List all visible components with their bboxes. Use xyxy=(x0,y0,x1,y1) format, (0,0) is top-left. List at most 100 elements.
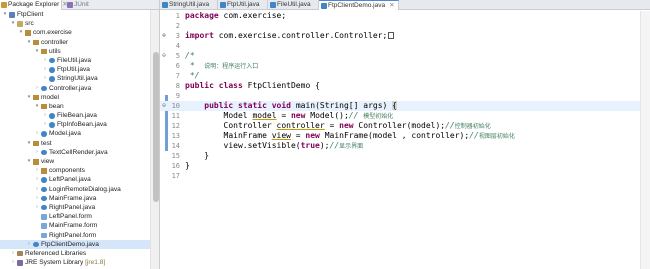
code-line[interactable]: 17 xyxy=(160,171,640,181)
code-line[interactable]: 9 xyxy=(160,91,640,101)
collapse-arrow-icon[interactable]: › xyxy=(10,258,16,267)
line-number: 5 xyxy=(175,52,180,60)
tree-item[interactable]: ▾ utils xyxy=(0,47,150,56)
collapse-arrow-icon[interactable]: › xyxy=(34,166,40,175)
code-line[interactable]: 16} xyxy=(160,161,640,171)
collapse-arrow-icon[interactable]: › xyxy=(34,194,40,203)
code-line[interactable]: 7 */ xyxy=(160,71,640,81)
explorer-scrollbar[interactable] xyxy=(150,10,159,269)
line-number: 8 xyxy=(175,82,180,90)
tree-item-label: StringUtil.java xyxy=(57,75,98,83)
java-icon xyxy=(49,76,55,82)
collapse-arrow-icon[interactable]: › xyxy=(10,249,16,258)
code-line[interactable]: 6 * 说明：程序运行入口 xyxy=(160,61,640,71)
editor-scrollbar[interactable] xyxy=(640,11,650,269)
code-area[interactable]: 1 package com.exercise; 2 ⊕ 3 import com.exer… xyxy=(160,11,640,181)
tree-item-label: Model.java xyxy=(49,130,81,138)
package-icon xyxy=(25,30,31,36)
collapse-arrow-icon[interactable]: › xyxy=(34,148,40,157)
code-line[interactable]: 14 view.setVisible(true);//显示界面 xyxy=(160,141,640,151)
code-line[interactable]: ⊕ 3 import com.exercise.controller.Control… xyxy=(160,31,640,41)
tab-label: JUnit xyxy=(74,1,89,8)
tree-item-label: TextCellRender.java xyxy=(49,148,108,156)
collapse-arrow-icon[interactable]: › xyxy=(34,203,40,212)
tree-item[interactable]: › Model.java xyxy=(0,129,150,138)
line-number: 9 xyxy=(175,92,180,100)
tree-item[interactable]: › LoginRemoteDialog.java xyxy=(0,185,150,194)
tree-item[interactable]: › FileBean.java xyxy=(0,111,150,120)
expand-arrow-icon[interactable]: ▾ xyxy=(34,47,40,56)
tree-item[interactable]: › Controller.java xyxy=(0,84,150,93)
tree-item[interactable]: › TextCellRender.java xyxy=(0,148,150,157)
code-line[interactable]: 13 MainFrame view = new MainFrame(model … xyxy=(160,131,640,141)
package-icon xyxy=(41,103,47,110)
tree-item-label: model xyxy=(41,93,59,101)
expand-arrow-icon[interactable]: ▾ xyxy=(26,93,32,102)
tree-item[interactable]: › components xyxy=(0,166,150,175)
tree-item[interactable]: › FtpUtil.java xyxy=(0,65,150,74)
line-number: 11 xyxy=(171,112,180,120)
collapse-arrow-icon[interactable]: › xyxy=(34,175,40,184)
tree-item-label: MainFrame.java xyxy=(49,194,97,202)
tree-item[interactable]: › MainFrame.java xyxy=(0,194,150,203)
expand-arrow-icon[interactable]: ▾ xyxy=(26,139,32,148)
line-number: 1 xyxy=(175,12,180,20)
tree-item[interactable]: › Referenced Libraries xyxy=(0,249,150,258)
tree-item[interactable]: ▾ view xyxy=(0,157,150,166)
tree-item[interactable]: ▾ com.exercise xyxy=(0,28,150,37)
tree-item[interactable]: LeftPanel.form xyxy=(0,212,150,221)
tab-package-explorer[interactable]: Package Explorer ✕ xyxy=(0,0,68,10)
collapse-arrow-icon[interactable]: › xyxy=(42,56,48,65)
tree-item[interactable]: ▾ bean xyxy=(0,102,150,111)
java-icon xyxy=(41,131,47,137)
expand-arrow-icon[interactable]: ▾ xyxy=(2,10,8,19)
expand-arrow-icon[interactable]: ▾ xyxy=(10,19,16,28)
tree-item[interactable]: › FtpInfoBean.java xyxy=(0,120,150,129)
tree-item[interactable]: ▾ FtpClient xyxy=(0,10,150,19)
tree-item[interactable]: ▾ test xyxy=(0,139,150,148)
code-line[interactable]: 15 } xyxy=(160,151,640,161)
code-text: public class FtpClientDemo { xyxy=(185,81,320,90)
tree-item[interactable]: › FileUtil.java xyxy=(0,56,150,65)
tree-item[interactable]: ▾ src xyxy=(0,19,150,28)
tree-item[interactable]: › LeftPanel.java xyxy=(0,175,150,184)
editor-tab[interactable]: StringUtil.java xyxy=(160,0,218,10)
collapse-arrow-icon[interactable]: › xyxy=(42,65,48,74)
tree-item[interactable]: › RightPanel.java xyxy=(0,203,150,212)
expand-arrow-icon[interactable]: ▾ xyxy=(34,102,40,111)
project-icon xyxy=(9,12,15,18)
code-line[interactable]: 1 package com.exercise; xyxy=(160,11,640,21)
collapse-arrow-icon[interactable]: › xyxy=(42,74,48,83)
code-line[interactable]: ⊖ 5/* xyxy=(160,51,640,61)
expand-arrow-icon[interactable]: ▾ xyxy=(18,28,24,37)
tree-item[interactable]: ▾ controller xyxy=(0,38,150,47)
tree-item[interactable]: MainFrame.form xyxy=(0,221,150,230)
collapse-arrow-icon[interactable]: › xyxy=(34,129,40,138)
tree-item-label: view xyxy=(41,158,55,165)
code-line[interactable]: 11 Model model = new Model();// 模型初始化 xyxy=(160,111,640,121)
collapse-arrow-icon[interactable]: › xyxy=(34,185,40,194)
collapse-arrow-icon[interactable]: › xyxy=(26,240,32,249)
expand-arrow-icon[interactable]: ▾ xyxy=(26,157,32,166)
collapse-arrow-icon[interactable]: › xyxy=(42,111,48,120)
editor-tab[interactable]: FtpUtil.java xyxy=(218,0,268,10)
expand-arrow-icon[interactable]: ▾ xyxy=(26,38,32,47)
tree-item[interactable]: › JRE System Library [jre1.8] xyxy=(0,258,150,267)
code-line[interactable]: ⊖ 10 public static void main(String[] arg… xyxy=(160,101,640,111)
collapse-arrow-icon[interactable]: › xyxy=(42,120,48,129)
tree-item-label: FtpClient xyxy=(17,11,44,18)
close-icon[interactable]: ✕ xyxy=(389,2,394,9)
code-line[interactable]: 4 xyxy=(160,41,640,51)
code-line[interactable]: 2 xyxy=(160,21,640,31)
tree-item[interactable]: ▾ model xyxy=(0,93,150,102)
code-line[interactable]: 12 Controller controller = new Controlle… xyxy=(160,121,640,131)
code-line[interactable]: 8 public class FtpClientDemo { xyxy=(160,81,640,91)
collapse-arrow-icon[interactable]: › xyxy=(34,84,40,93)
scrollbar-thumb[interactable] xyxy=(153,52,159,202)
editor-tab[interactable]: FtpClientDemo.java ✕ xyxy=(319,0,399,10)
tree-item[interactable]: RightPanel.form xyxy=(0,231,150,240)
tree-item[interactable]: › StringUtil.java xyxy=(0,74,150,83)
tree-item[interactable]: › FtpClientDemo.java xyxy=(0,239,150,249)
tab-junit[interactable]: JUnit xyxy=(66,0,102,10)
editor-tab[interactable]: FileUtil.java xyxy=(268,0,319,10)
